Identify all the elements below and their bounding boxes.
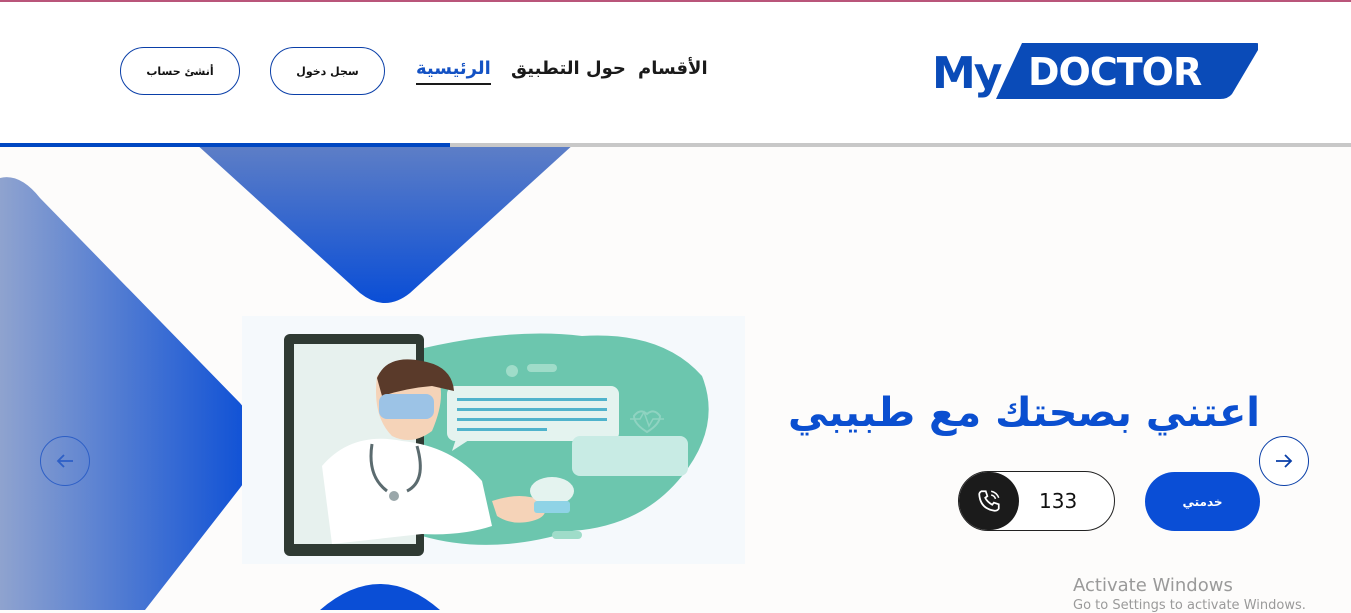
nav-sections[interactable]: الأقسام	[638, 58, 708, 79]
signup-button[interactable]: أنشئ حساب	[120, 47, 240, 95]
bottom-circle-shape	[320, 584, 440, 610]
doctor-illustration	[242, 316, 745, 564]
carousel-prev-button[interactable]	[40, 436, 90, 486]
mydoctor-logo[interactable]: My DOCTOR	[932, 42, 1262, 102]
phone-icon	[959, 472, 1019, 530]
my-services-button[interactable]: خدمتي	[1145, 472, 1260, 531]
hotline-pill[interactable]: 133	[958, 471, 1115, 531]
nav-about[interactable]: حول التطبيق	[511, 58, 626, 79]
hotline-number: 133	[1039, 489, 1078, 513]
login-button[interactable]: سجل دخول	[270, 47, 385, 95]
telemedicine-illustration	[284, 333, 709, 556]
nav-home[interactable]: الرئيسية	[416, 58, 491, 85]
arrow-left-icon	[56, 454, 73, 468]
logo-my-text: My	[932, 48, 1002, 99]
windows-activation-subtitle: Go to Settings to activate Windows.	[1073, 598, 1306, 613]
carousel-next-button[interactable]	[1259, 436, 1309, 486]
arrow-right-icon	[1276, 454, 1293, 468]
windows-activation-title: Activate Windows	[1073, 575, 1233, 596]
header-divider-accent	[0, 143, 450, 147]
left-chevron-shape	[0, 177, 258, 610]
top-triangle-shape	[195, 143, 575, 303]
hero-title: اعتني بصحتك مع طبيبي	[788, 390, 1260, 436]
logo-doctor-text: DOCTOR	[1028, 50, 1202, 94]
